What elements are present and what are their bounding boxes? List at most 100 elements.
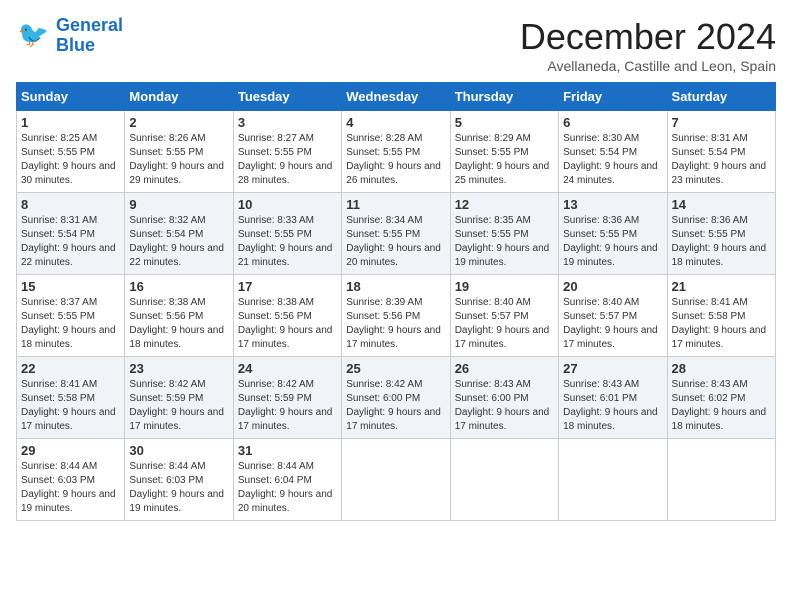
day-info: Sunrise: 8:39 AMSunset: 5:56 PMDaylight:… [346,297,441,350]
calendar-cell: 18 Sunrise: 8:39 AMSunset: 5:56 PMDaylig… [342,275,450,357]
day-number: 27 [563,361,662,376]
day-number: 12 [455,197,554,212]
day-info: Sunrise: 8:44 AMSunset: 6:03 PMDaylight:… [21,461,116,514]
day-info: Sunrise: 8:31 AMSunset: 5:54 PMDaylight:… [21,215,116,268]
day-number: 16 [129,279,228,294]
calendar-cell: 17 Sunrise: 8:38 AMSunset: 5:56 PMDaylig… [233,275,341,357]
calendar-cell: 6 Sunrise: 8:30 AMSunset: 5:54 PMDayligh… [559,111,667,193]
logo-text: General Blue [56,16,123,56]
day-number: 29 [21,443,120,458]
day-info: Sunrise: 8:42 AMSunset: 6:00 PMDaylight:… [346,379,441,432]
calendar-cell: 21 Sunrise: 8:41 AMSunset: 5:58 PMDaylig… [667,275,775,357]
calendar-cell: 10 Sunrise: 8:33 AMSunset: 5:55 PMDaylig… [233,193,341,275]
day-number: 11 [346,197,445,212]
day-number: 9 [129,197,228,212]
calendar-cell: 20 Sunrise: 8:40 AMSunset: 5:57 PMDaylig… [559,275,667,357]
day-info: Sunrise: 8:26 AMSunset: 5:55 PMDaylight:… [129,133,224,186]
day-number: 17 [238,279,337,294]
day-number: 1 [21,115,120,130]
header-cell-monday: Monday [125,83,233,111]
day-info: Sunrise: 8:36 AMSunset: 5:55 PMDaylight:… [672,215,767,268]
day-number: 20 [563,279,662,294]
calendar-cell: 24 Sunrise: 8:42 AMSunset: 5:59 PMDaylig… [233,357,341,439]
header-cell-tuesday: Tuesday [233,83,341,111]
day-info: Sunrise: 8:38 AMSunset: 5:56 PMDaylight:… [238,297,333,350]
calendar-cell: 30 Sunrise: 8:44 AMSunset: 6:03 PMDaylig… [125,439,233,521]
calendar-cell [450,439,558,521]
day-number: 30 [129,443,228,458]
calendar-table: SundayMondayTuesdayWednesdayThursdayFrid… [16,82,776,521]
calendar-cell: 15 Sunrise: 8:37 AMSunset: 5:55 PMDaylig… [17,275,125,357]
calendar-row-1: 1 Sunrise: 8:25 AMSunset: 5:55 PMDayligh… [17,111,776,193]
calendar-cell [667,439,775,521]
calendar-cell: 7 Sunrise: 8:31 AMSunset: 5:54 PMDayligh… [667,111,775,193]
day-number: 25 [346,361,445,376]
day-number: 28 [672,361,771,376]
day-info: Sunrise: 8:41 AMSunset: 5:58 PMDaylight:… [672,297,767,350]
day-info: Sunrise: 8:34 AMSunset: 5:55 PMDaylight:… [346,215,441,268]
day-info: Sunrise: 8:30 AMSunset: 5:54 PMDaylight:… [563,133,658,186]
day-number: 3 [238,115,337,130]
day-info: Sunrise: 8:31 AMSunset: 5:54 PMDaylight:… [672,133,767,186]
day-number: 31 [238,443,337,458]
calendar-cell [559,439,667,521]
day-info: Sunrise: 8:32 AMSunset: 5:54 PMDaylight:… [129,215,224,268]
logo-icon: 🐦 [16,18,52,54]
day-info: Sunrise: 8:29 AMSunset: 5:55 PMDaylight:… [455,133,550,186]
day-info: Sunrise: 8:38 AMSunset: 5:56 PMDaylight:… [129,297,224,350]
header: 🐦 General Blue December 2024 Avellaneda,… [16,16,776,74]
calendar-cell: 19 Sunrise: 8:40 AMSunset: 5:57 PMDaylig… [450,275,558,357]
calendar-cell: 4 Sunrise: 8:28 AMSunset: 5:55 PMDayligh… [342,111,450,193]
day-info: Sunrise: 8:42 AMSunset: 5:59 PMDaylight:… [129,379,224,432]
day-number: 13 [563,197,662,212]
svg-text:🐦: 🐦 [18,21,49,49]
day-number: 6 [563,115,662,130]
day-info: Sunrise: 8:25 AMSunset: 5:55 PMDaylight:… [21,133,116,186]
day-info: Sunrise: 8:33 AMSunset: 5:55 PMDaylight:… [238,215,333,268]
day-number: 23 [129,361,228,376]
day-number: 21 [672,279,771,294]
calendar-cell: 13 Sunrise: 8:36 AMSunset: 5:55 PMDaylig… [559,193,667,275]
calendar-cell: 26 Sunrise: 8:43 AMSunset: 6:00 PMDaylig… [450,357,558,439]
header-cell-saturday: Saturday [667,83,775,111]
day-info: Sunrise: 8:36 AMSunset: 5:55 PMDaylight:… [563,215,658,268]
month-title: December 2024 [520,16,776,58]
calendar-cell: 28 Sunrise: 8:43 AMSunset: 6:02 PMDaylig… [667,357,775,439]
day-number: 4 [346,115,445,130]
calendar-row-3: 15 Sunrise: 8:37 AMSunset: 5:55 PMDaylig… [17,275,776,357]
day-number: 14 [672,197,771,212]
calendar-cell: 2 Sunrise: 8:26 AMSunset: 5:55 PMDayligh… [125,111,233,193]
day-number: 15 [21,279,120,294]
day-number: 5 [455,115,554,130]
day-info: Sunrise: 8:40 AMSunset: 5:57 PMDaylight:… [455,297,550,350]
calendar-cell: 16 Sunrise: 8:38 AMSunset: 5:56 PMDaylig… [125,275,233,357]
calendar-cell: 31 Sunrise: 8:44 AMSunset: 6:04 PMDaylig… [233,439,341,521]
calendar-header-row: SundayMondayTuesdayWednesdayThursdayFrid… [17,83,776,111]
calendar-row-5: 29 Sunrise: 8:44 AMSunset: 6:03 PMDaylig… [17,439,776,521]
day-number: 10 [238,197,337,212]
calendar-row-2: 8 Sunrise: 8:31 AMSunset: 5:54 PMDayligh… [17,193,776,275]
day-number: 2 [129,115,228,130]
calendar-cell: 14 Sunrise: 8:36 AMSunset: 5:55 PMDaylig… [667,193,775,275]
calendar-cell: 25 Sunrise: 8:42 AMSunset: 6:00 PMDaylig… [342,357,450,439]
day-info: Sunrise: 8:42 AMSunset: 5:59 PMDaylight:… [238,379,333,432]
day-info: Sunrise: 8:43 AMSunset: 6:01 PMDaylight:… [563,379,658,432]
calendar-cell: 5 Sunrise: 8:29 AMSunset: 5:55 PMDayligh… [450,111,558,193]
logo: 🐦 General Blue [16,16,123,56]
calendar-cell: 22 Sunrise: 8:41 AMSunset: 5:58 PMDaylig… [17,357,125,439]
day-number: 24 [238,361,337,376]
day-info: Sunrise: 8:37 AMSunset: 5:55 PMDaylight:… [21,297,116,350]
day-number: 18 [346,279,445,294]
title-area: December 2024 Avellaneda, Castille and L… [520,16,776,74]
calendar-cell: 29 Sunrise: 8:44 AMSunset: 6:03 PMDaylig… [17,439,125,521]
day-info: Sunrise: 8:41 AMSunset: 5:58 PMDaylight:… [21,379,116,432]
day-info: Sunrise: 8:40 AMSunset: 5:57 PMDaylight:… [563,297,658,350]
header-cell-wednesday: Wednesday [342,83,450,111]
day-number: 19 [455,279,554,294]
header-cell-friday: Friday [559,83,667,111]
calendar-row-4: 22 Sunrise: 8:41 AMSunset: 5:58 PMDaylig… [17,357,776,439]
day-number: 22 [21,361,120,376]
calendar-cell [342,439,450,521]
calendar-cell: 27 Sunrise: 8:43 AMSunset: 6:01 PMDaylig… [559,357,667,439]
calendar-cell: 23 Sunrise: 8:42 AMSunset: 5:59 PMDaylig… [125,357,233,439]
